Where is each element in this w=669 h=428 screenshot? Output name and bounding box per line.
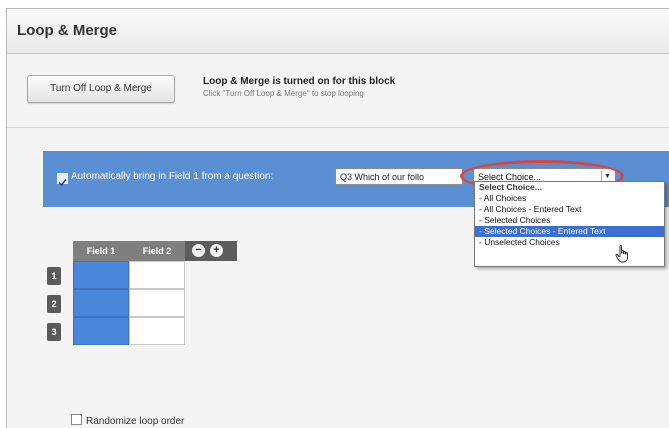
cell-field-1[interactable] bbox=[73, 317, 129, 345]
divider bbox=[7, 127, 669, 128]
grid-header: Field 1 Field 2 bbox=[73, 241, 185, 261]
question-select[interactable]: Q3 Which of our follo bbox=[335, 168, 463, 185]
column-header-field-2: Field 2 bbox=[142, 246, 172, 256]
checkmark-icon bbox=[58, 179, 67, 187]
cell-field-1[interactable] bbox=[73, 261, 129, 289]
choice-dropdown-menu: Select Choice... - All Choices - All Cho… bbox=[474, 181, 665, 267]
dropdown-option[interactable]: - All Choices bbox=[475, 193, 664, 204]
randomize-checkbox[interactable] bbox=[71, 414, 82, 425]
cell-field-2[interactable] bbox=[129, 289, 185, 317]
row-number: 1 bbox=[47, 267, 61, 285]
row-number: 2 bbox=[47, 295, 61, 313]
cell-field-2[interactable] bbox=[129, 317, 185, 345]
hand-cursor-icon bbox=[615, 245, 628, 263]
randomize-option[interactable]: Randomize loop order bbox=[71, 414, 184, 427]
cell-field-1[interactable] bbox=[73, 289, 129, 317]
turn-off-loop-merge-button[interactable]: Turn Off Loop & Merge bbox=[27, 75, 175, 103]
cell-field-2[interactable] bbox=[129, 261, 185, 289]
dropdown-option[interactable]: - Unselected Choices bbox=[475, 237, 664, 248]
row-number: 3 bbox=[47, 323, 61, 341]
column-controls: − + bbox=[185, 241, 237, 261]
status-subtitle: Click "Turn Off Loop & Merge" to stop lo… bbox=[203, 89, 364, 98]
dropdown-option[interactable]: - Selected Choices bbox=[475, 215, 664, 226]
remove-column-button[interactable]: − bbox=[192, 244, 205, 257]
title-bar: Loop & Merge bbox=[7, 9, 669, 54]
page-title: Loop & Merge bbox=[17, 22, 117, 39]
dropdown-option[interactable]: Select Choice... bbox=[475, 182, 664, 193]
column-header-field-1: Field 1 bbox=[86, 246, 116, 256]
add-column-button[interactable]: + bbox=[210, 244, 223, 257]
auto-bring-label: Automatically bring in Field 1 from a qu… bbox=[71, 171, 274, 182]
dropdown-option[interactable]: - All Choices - Entered Text bbox=[475, 204, 664, 215]
dropdown-option-highlighted[interactable]: - Selected Choices - Entered Text bbox=[475, 226, 664, 237]
randomize-label: Randomize loop order bbox=[86, 416, 185, 427]
auto-bring-checkbox[interactable] bbox=[57, 173, 68, 187]
status-title: Loop & Merge is turned on for this block bbox=[203, 76, 396, 87]
